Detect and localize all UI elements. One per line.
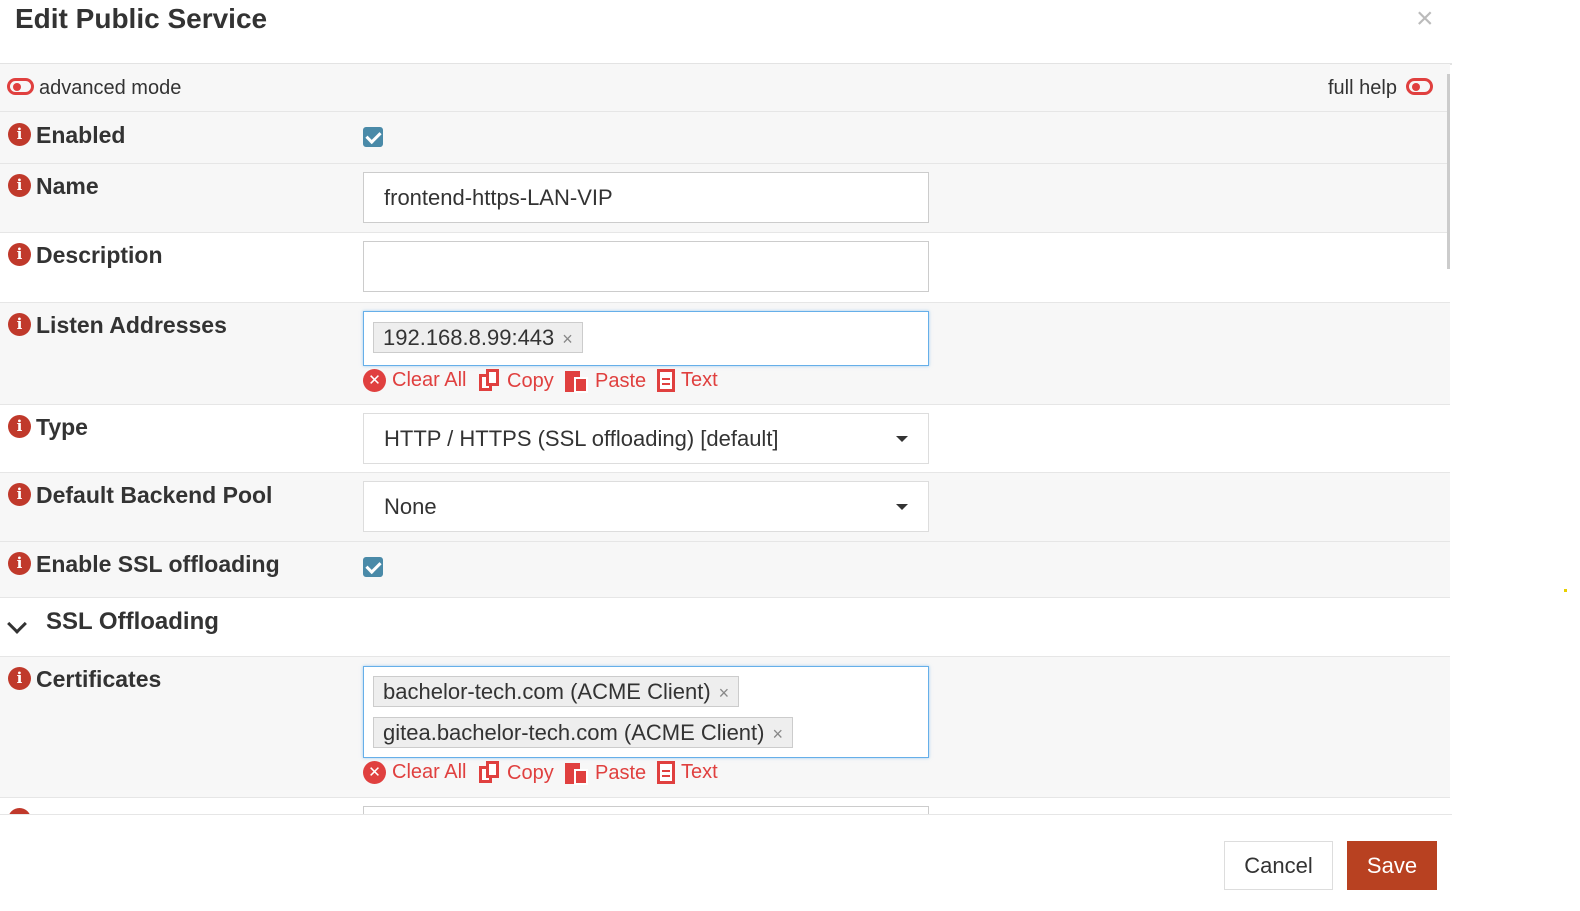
dialog-header: Edit Public Service × — [0, 0, 1452, 65]
text-icon — [657, 761, 675, 784]
row-enabled: i Enabled — [0, 112, 1450, 164]
text-label: Text — [681, 369, 718, 391]
type-label: Type — [36, 414, 88, 440]
default-backend-pool-select[interactable]: None — [363, 481, 929, 532]
default-backend-pool-label: Default Backend Pool — [36, 482, 273, 508]
save-button[interactable]: Save — [1347, 841, 1437, 890]
row-enable-ssl-offloading: i Enable SSL offloading — [0, 542, 1450, 598]
edit-public-service-dialog: Edit Public Service × advanced mode full… — [0, 0, 1452, 911]
paste-label: Paste — [595, 761, 647, 784]
paste-icon — [565, 369, 589, 393]
certificate-tag: bachelor-tech.com (ACME Client) × — [373, 676, 740, 707]
copy-button[interactable]: Copy — [479, 761, 554, 785]
row-description: i Description — [0, 233, 1450, 303]
copy-icon — [479, 761, 501, 785]
tag-text: bachelor-tech.com (ACME Client) — [383, 679, 711, 704]
default-backend-pool-selected-value: None — [384, 494, 437, 519]
dialog-title: Edit Public Service — [15, 3, 268, 34]
close-icon[interactable]: × — [1416, 2, 1434, 36]
listen-address-tag: 192.168.8.99:443 × — [373, 322, 583, 353]
enable-ssl-offloading-label: Enable SSL offloading — [36, 551, 280, 577]
text-icon — [657, 369, 675, 392]
info-icon[interactable]: i — [8, 123, 31, 146]
full-help-label: full help — [1328, 77, 1397, 99]
clear-all-label: Clear All — [392, 369, 467, 391]
description-input[interactable] — [363, 241, 929, 292]
cursor-mark — [1564, 589, 1567, 592]
cancel-button[interactable]: Cancel — [1224, 841, 1333, 890]
row-type: i Type HTTP / HTTPS (SSL offloading) [de… — [0, 405, 1450, 473]
info-icon[interactable]: i — [8, 667, 31, 690]
caret-down-icon — [896, 436, 908, 442]
advanced-mode-label: advanced mode — [39, 77, 182, 99]
type-selected-value: HTTP / HTTPS (SSL offloading) [default] — [384, 426, 779, 451]
paste-button[interactable]: Paste — [565, 369, 646, 393]
certificates-tag-input[interactable]: bachelor-tech.com (ACME Client) × gitea.b… — [363, 666, 929, 758]
copy-icon — [479, 369, 501, 393]
info-icon[interactable]: i — [8, 483, 31, 506]
text-button[interactable]: Text — [657, 369, 718, 392]
row-name: i Name frontend-https-LAN-VIP — [0, 164, 1450, 233]
name-input[interactable]: frontend-https-LAN-VIP — [363, 172, 929, 223]
enabled-label: Enabled — [36, 122, 126, 148]
certificate-tag: gitea.bachelor-tech.com (ACME Client) × — [373, 717, 793, 748]
row-default-certificate-partial — [0, 798, 1450, 814]
full-help-toggle[interactable] — [1406, 78, 1433, 95]
type-select[interactable]: HTTP / HTTPS (SSL offloading) [default] — [363, 413, 929, 464]
row-certificates: i Certificates bachelor-tech.com (ACME C… — [0, 657, 1450, 798]
info-icon[interactable]: i — [8, 552, 31, 575]
clear-icon: ✕ — [363, 369, 386, 392]
row-default-backend-pool: i Default Backend Pool None — [0, 473, 1450, 542]
tag-text: gitea.bachelor-tech.com (ACME Client) — [383, 720, 765, 745]
clear-all-label: Clear All — [392, 761, 467, 783]
description-label: Description — [36, 242, 163, 268]
name-label: Name — [36, 173, 99, 199]
clear-icon: ✕ — [363, 761, 386, 784]
scrollbar[interactable] — [1447, 74, 1450, 269]
default-certificate-select[interactable] — [363, 806, 929, 814]
listen-addresses-tag-input[interactable]: 192.168.8.99:443 × — [363, 311, 929, 366]
certificates-label: Certificates — [36, 666, 162, 692]
paste-icon — [565, 761, 589, 785]
info-icon[interactable]: i — [8, 174, 31, 197]
remove-tag-icon[interactable]: × — [562, 329, 573, 349]
info-icon[interactable]: i — [8, 415, 31, 438]
enabled-checkbox[interactable] — [363, 127, 383, 147]
clear-all-button[interactable]: ✕ Clear All — [363, 369, 466, 392]
tag-text: 192.168.8.99:443 — [383, 325, 555, 350]
text-label: Text — [681, 761, 718, 783]
paste-label: Paste — [595, 369, 647, 392]
text-button[interactable]: Text — [657, 761, 718, 784]
row-listen-addresses: i Listen Addresses 192.168.8.99:443 × ✕ Cl… — [0, 303, 1450, 405]
caret-down-icon — [896, 504, 908, 510]
remove-tag-icon[interactable]: × — [772, 724, 783, 744]
section-ssl-offloading[interactable]: SSL Offloading — [0, 598, 1450, 657]
enable-ssl-offloading-checkbox[interactable] — [363, 557, 383, 577]
paste-button[interactable]: Paste — [565, 761, 646, 785]
clear-all-button[interactable]: ✕ Clear All — [363, 761, 466, 784]
info-icon[interactable]: i — [8, 313, 31, 336]
section-title: SSL Offloading — [46, 608, 219, 635]
advanced-mode-toggle[interactable] — [7, 78, 34, 95]
copy-button[interactable]: Copy — [479, 369, 554, 393]
copy-label: Copy — [507, 761, 554, 784]
remove-tag-icon[interactable]: × — [719, 683, 730, 703]
chevron-down-icon — [7, 614, 27, 634]
dialog-footer: Cancel Save — [0, 814, 1452, 911]
mode-toolbar: advanced mode full help — [0, 64, 1450, 112]
info-icon[interactable]: i — [8, 243, 31, 266]
dialog-body: advanced mode full help i Enabled i Name… — [0, 64, 1450, 814]
copy-label: Copy — [507, 369, 554, 392]
listen-addresses-label: Listen Addresses — [36, 312, 227, 338]
